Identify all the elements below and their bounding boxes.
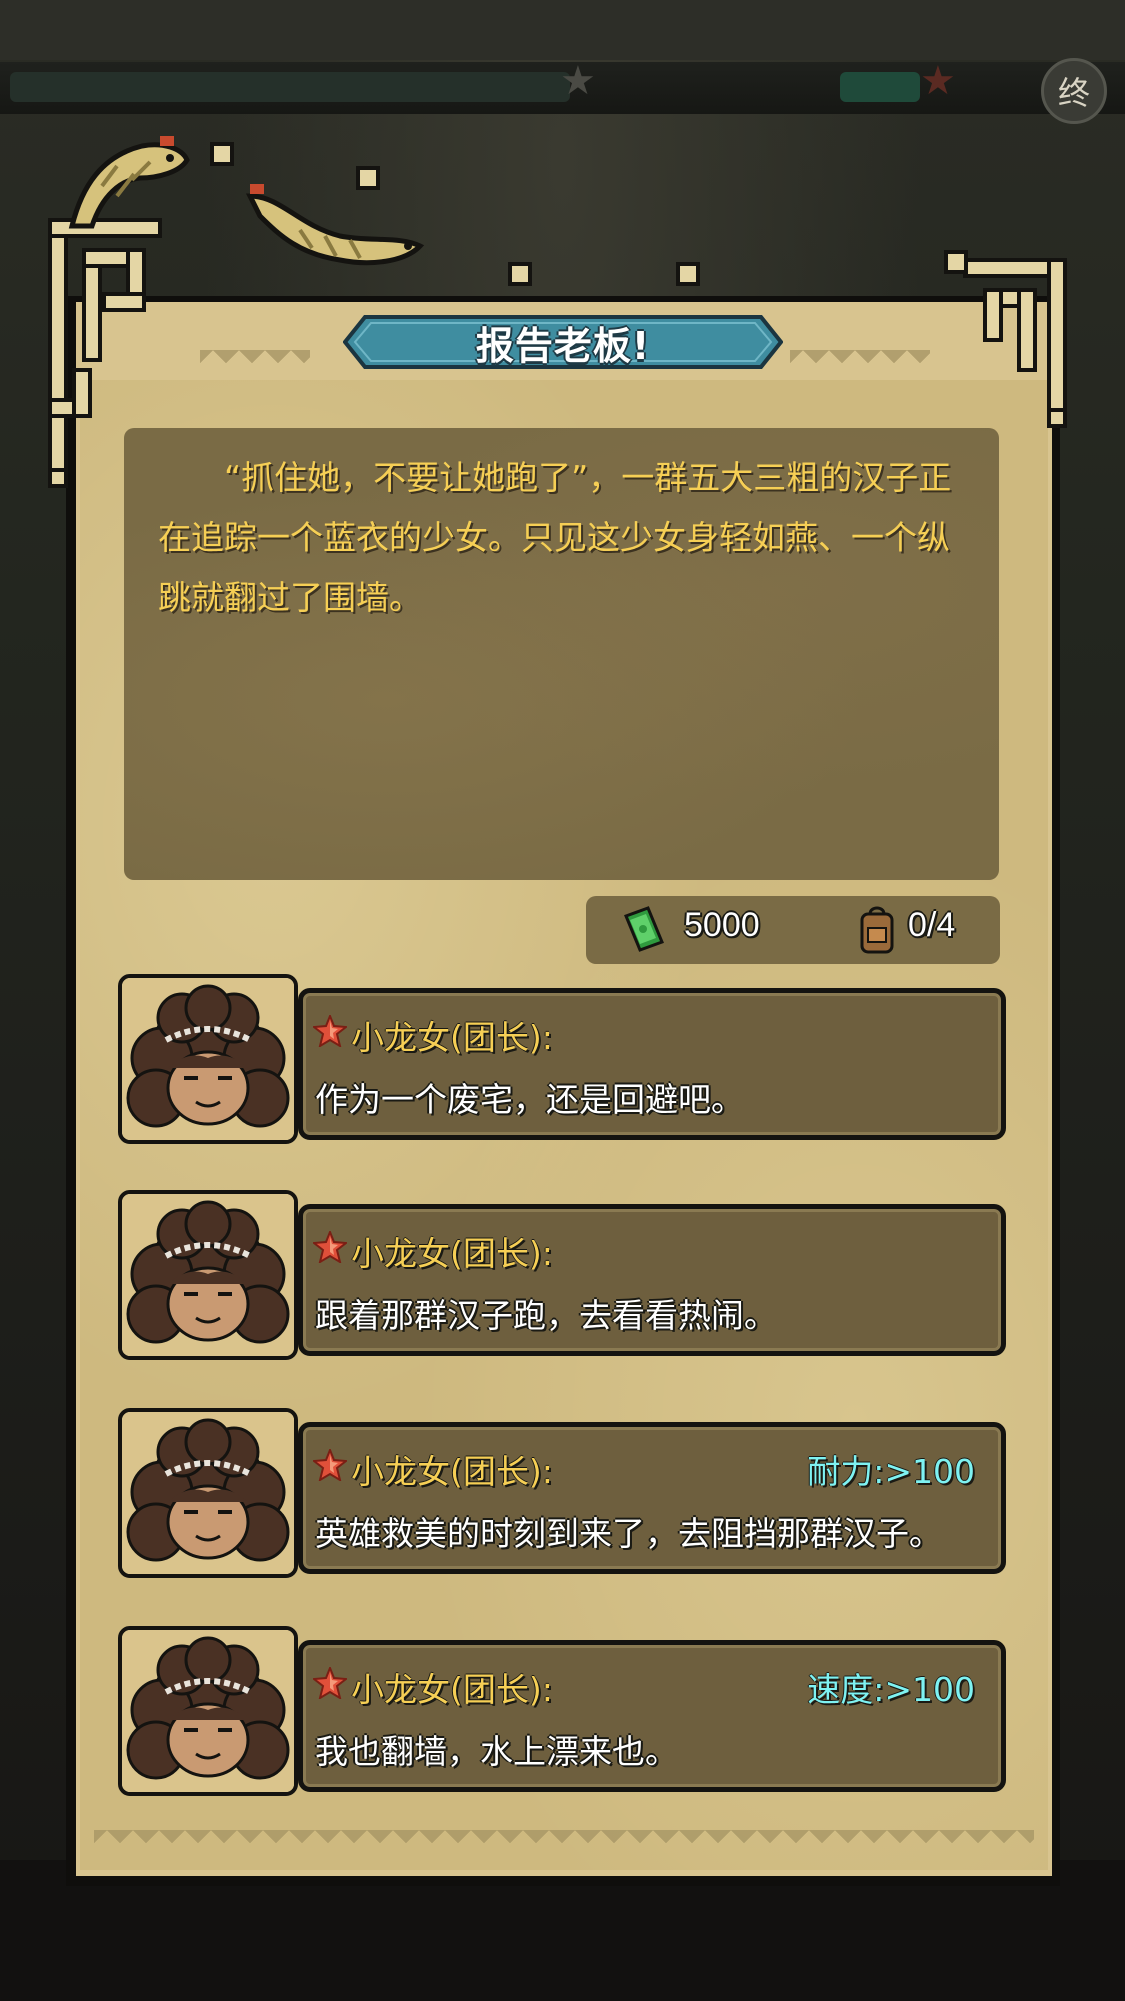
star-icon	[313, 1015, 347, 1047]
speaker-label: 小龙女(团长):	[351, 1018, 553, 1057]
star-icon	[313, 1231, 347, 1263]
avatar	[118, 1190, 298, 1360]
choice-bubble[interactable]: 小龙女(团长): 作为一个废宅，还是回避吧。	[298, 988, 1006, 1140]
zigzag-ornament-bottom	[94, 1830, 1034, 1856]
end-button[interactable]: 终	[1041, 58, 1107, 124]
backpack-icon	[860, 906, 894, 954]
choice-text: 跟着那群汉子跑，去看看热闹。	[315, 1296, 777, 1335]
requirement-label: 速度:>100	[807, 1670, 975, 1709]
story-text: “抓住她，不要让她跑了”，一群五大三粗的汉子正在追踪一个蓝衣的少女。只见这少女身…	[158, 458, 952, 617]
faint-star-icon: ★	[560, 58, 596, 104]
zigzag-ornament-right	[790, 350, 930, 376]
faint-red-star-icon: ★	[920, 58, 956, 104]
choice-option-4[interactable]: 小龙女(团长): 速度:>100 我也翻墙，水上漂来也。	[118, 1626, 1006, 1796]
choice-option-1[interactable]: 小龙女(团长): 作为一个废宅，还是回避吧。	[118, 974, 1006, 1144]
choice-option-2[interactable]: 小龙女(团长): 跟着那群汉子跑，去看看热闹。	[118, 1190, 1006, 1360]
koi-fish-icon	[68, 136, 190, 229]
resource-bar: 5000 0/4	[586, 896, 1000, 964]
backpack-value: 0/4	[908, 906, 956, 944]
avatar	[118, 1626, 298, 1796]
cash-icon	[624, 906, 664, 952]
speaker-label: 小龙女(团长):	[351, 1670, 553, 1709]
speaker-label: 小龙女(团长):	[351, 1452, 553, 1491]
star-icon	[313, 1667, 347, 1699]
requirement-label: 耐力:>100	[807, 1452, 975, 1491]
choice-option-3[interactable]: 小龙女(团长): 耐力:>100 英雄救美的时刻到来了，去阻挡那群汉子。	[118, 1408, 1006, 1578]
dialog-title: 报告老板!	[475, 323, 651, 368]
choice-text: 作为一个废宅，还是回避吧。	[315, 1080, 744, 1119]
koi-fish-icon	[245, 184, 425, 266]
star-icon	[313, 1449, 347, 1481]
speaker-label: 小龙女(团长):	[351, 1234, 553, 1273]
money-value: 5000	[684, 906, 760, 944]
avatar	[118, 1408, 298, 1578]
corner-ornament-right	[963, 258, 1067, 428]
avatar	[118, 974, 298, 1144]
story-box: “抓住她，不要让她跑了”，一群五大三粗的汉子正在追踪一个蓝衣的少女。只见这少女身…	[124, 428, 999, 880]
scene-top-band	[0, 0, 1125, 60]
choice-bubble[interactable]: 小龙女(团长): 速度:>100 我也翻墙，水上漂来也。	[298, 1640, 1006, 1792]
choice-bubble[interactable]: 小龙女(团长): 耐力:>100 英雄救美的时刻到来了，去阻挡那群汉子。	[298, 1422, 1006, 1574]
choice-bubble[interactable]: 小龙女(团长): 跟着那群汉子跑，去看看热闹。	[298, 1204, 1006, 1356]
ornament-square	[676, 262, 700, 286]
ornament-square	[944, 250, 968, 274]
choice-text: 我也翻墙，水上漂来也。	[315, 1732, 678, 1771]
zigzag-ornament-left	[200, 350, 310, 376]
ornament-square	[508, 262, 532, 286]
title-banner: 报告老板!	[343, 313, 783, 371]
ornament-square	[210, 142, 234, 166]
choice-text: 英雄救美的时刻到来了，去阻挡那群汉子。	[315, 1514, 942, 1553]
